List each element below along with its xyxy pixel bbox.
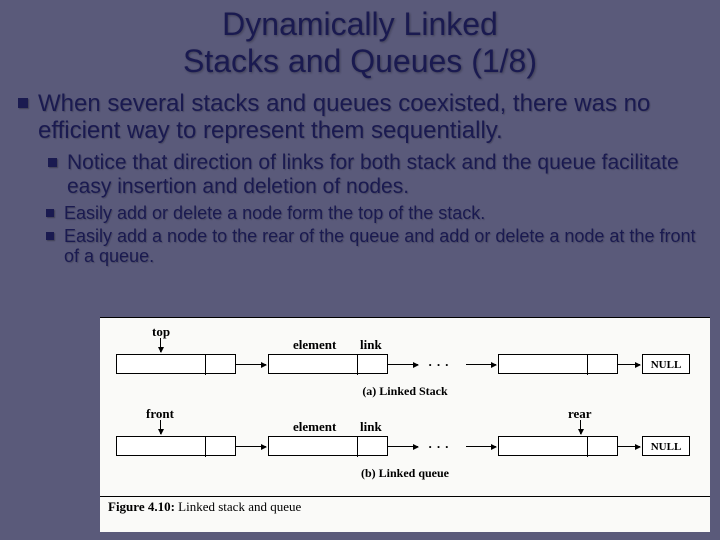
label-null: NULL	[651, 359, 682, 371]
node-box	[116, 436, 236, 456]
label-top: top	[152, 324, 170, 340]
label-null: NULL	[651, 441, 682, 453]
slide-body: When several stacks and queues coexisted…	[0, 80, 720, 268]
square-bullet-icon	[18, 98, 28, 108]
node-box	[498, 354, 618, 374]
bullet-level2: Notice that direction of links for both …	[48, 151, 702, 199]
diagram-linked-stack: top element link ··· NULL (a) Linked Sta…	[108, 324, 702, 406]
node-box	[268, 436, 388, 456]
subcaption-b: (b) Linked queue	[108, 466, 702, 481]
caption-bold: Figure 4.10:	[108, 499, 175, 514]
square-bullet-icon	[46, 232, 54, 240]
node-divider	[587, 355, 588, 375]
slide-title: Dynamically Linked Stacks and Queues (1/…	[0, 0, 720, 80]
null-box: NULL	[642, 436, 690, 456]
arrow-right-icon	[466, 364, 496, 365]
title-line-1: Dynamically Linked	[222, 6, 498, 42]
node-box	[116, 354, 236, 374]
node-divider	[205, 437, 206, 457]
arrow-right-icon	[466, 446, 496, 447]
node-divider	[357, 355, 358, 375]
ellipsis-icon: ···	[428, 439, 453, 455]
bullet-text: Easily add or delete a node form the top…	[64, 203, 485, 224]
arrow-down-icon	[160, 420, 161, 434]
bullet-level3: Easily add or delete a node form the top…	[46, 203, 702, 224]
node-divider	[357, 437, 358, 457]
figure-border: top element link ··· NULL (a) Linked Sta…	[100, 317, 710, 497]
arrow-right-icon	[388, 446, 418, 447]
bullet-level1: When several stacks and queues coexisted…	[18, 90, 702, 145]
bullet-level3: Easily add a node to the rear of the que…	[46, 226, 702, 267]
diagram-linked-queue: front rear element link ··· NULL	[108, 406, 702, 492]
square-bullet-icon	[46, 209, 54, 217]
arrow-right-icon	[388, 364, 418, 365]
arrow-down-icon	[160, 338, 161, 352]
arrow-right-icon	[236, 446, 266, 447]
label-element: element	[293, 337, 336, 353]
ellipsis-icon: ···	[428, 357, 453, 373]
arrow-right-icon	[618, 446, 640, 447]
arrow-right-icon	[236, 364, 266, 365]
node-box	[268, 354, 388, 374]
node-box	[498, 436, 618, 456]
bullet-text: Notice that direction of links for both …	[67, 151, 702, 199]
bullet-text: Easily add a node to the rear of the que…	[64, 226, 702, 267]
node-divider	[587, 437, 588, 457]
arrow-right-icon	[618, 364, 640, 365]
node-divider	[205, 355, 206, 375]
null-box: NULL	[642, 354, 690, 374]
label-element: element	[293, 419, 336, 435]
figure-caption: Figure 4.10: Linked stack and queue	[100, 497, 710, 517]
title-line-2: Stacks and Queues (1/8)	[183, 43, 537, 79]
caption-text: Linked stack and queue	[175, 499, 301, 514]
figure-panel: top element link ··· NULL (a) Linked Sta…	[100, 317, 710, 532]
subcaption-a: (a) Linked Stack	[108, 384, 702, 399]
square-bullet-icon	[48, 158, 57, 167]
bullet-text: When several stacks and queues coexisted…	[38, 90, 702, 145]
label-link: link	[360, 419, 382, 435]
arrow-down-icon	[580, 420, 581, 434]
label-link: link	[360, 337, 382, 353]
